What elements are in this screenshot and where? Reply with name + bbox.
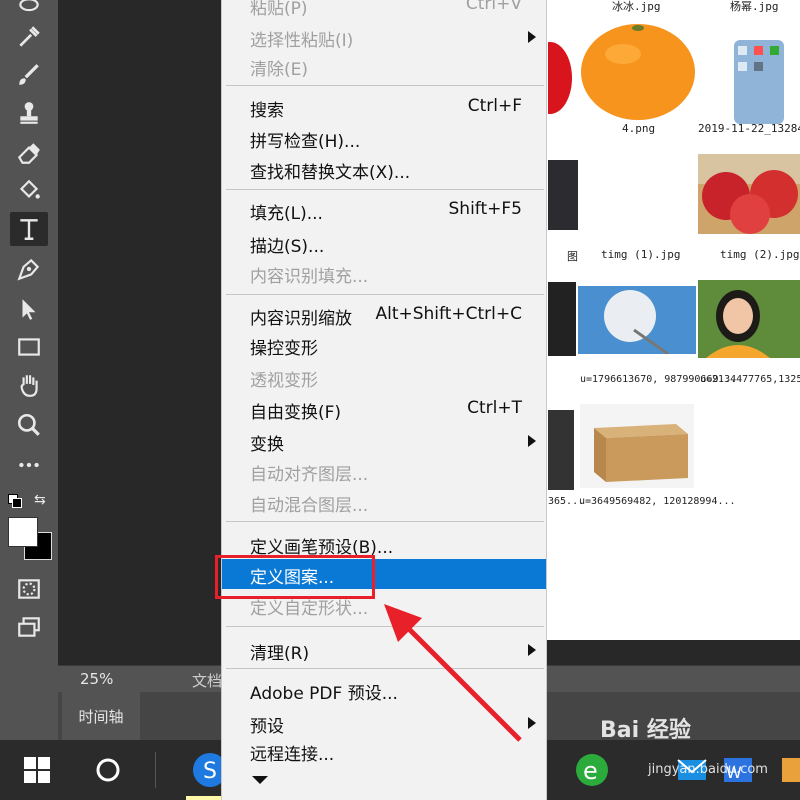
annotation-arrow [384, 604, 522, 742]
thumb-dark-partial-2 [548, 282, 576, 356]
file-caption: 2019-11-22_132842. [698, 122, 800, 135]
tools-panel: ⇆ [0, 0, 59, 740]
menu-item-clear[interactable]: 清除(E) [222, 51, 546, 81]
file-caption: 图 [567, 250, 578, 263]
file-caption: 4.png [622, 122, 656, 135]
thumb-dark-partial-3 [548, 410, 574, 490]
hand-tool-icon[interactable] [10, 368, 48, 402]
svg-text:e: e [583, 757, 598, 785]
file-caption: 杨幂.jpg [730, 0, 779, 13]
baidu-watermark-url: jingyan.baidu.com [648, 762, 768, 777]
menu-separator [226, 189, 544, 190]
menu-item-stroke[interactable]: 描边(S)... [222, 228, 546, 258]
ie-browser-icon[interactable]: e [570, 748, 614, 792]
menu-item-fill[interactable]: 填充(L)... Shift+F5 [222, 195, 546, 225]
eraser-icon[interactable] [10, 136, 48, 170]
file-caption: 冰冰.jpg [612, 0, 661, 13]
default-colors-icon[interactable] [8, 494, 22, 508]
doc-info-label[interactable]: 文档 [192, 670, 222, 691]
windows-start-icon[interactable] [15, 748, 59, 792]
menu-item-perspective-warp[interactable]: 透视变形 [222, 362, 546, 392]
screen-mode-icon[interactable] [10, 610, 48, 644]
submenu-arrow-icon [528, 435, 536, 447]
file-caption: timg (2).jpg [720, 248, 800, 261]
thumb-girl-portrait [698, 280, 800, 358]
menu-item-spell-check[interactable]: 拼写检查(H)... [222, 123, 546, 153]
menu-item-search[interactable]: 搜索 Ctrl+F [222, 92, 546, 122]
menu-item-paste[interactable]: 粘贴(P) Ctrl+V [222, 0, 546, 20]
file-caption: timg (1).jpg [601, 248, 681, 261]
quick-mask-icon[interactable] [10, 572, 48, 606]
app-icon-partial[interactable] [770, 748, 800, 792]
menu-item-content-aware-scale[interactable]: 内容识别缩放 Alt+Shift+Ctrl+C [222, 300, 546, 330]
menu-item-free-transform[interactable]: 自由变换(F) Ctrl+T [222, 394, 546, 424]
menu-item-puppet-warp[interactable]: 操控变形 [222, 330, 546, 360]
file-caption: u=3649569482, 120128994... [579, 496, 736, 507]
file-caption: u=2134477765,1325005000 [700, 374, 800, 385]
tab-timeline[interactable]: 时间轴 [62, 692, 140, 740]
menu-item-auto-align-layers[interactable]: 自动对齐图层... [222, 456, 546, 486]
swap-colors-icon[interactable]: ⇆ [34, 492, 46, 508]
thumb-dark-partial [548, 160, 578, 230]
menu-item-content-aware-fill[interactable]: 内容识别填充... [222, 258, 546, 288]
paint-bucket-icon[interactable] [10, 174, 48, 208]
brush-icon[interactable] [10, 58, 48, 92]
baidu-watermark: Bai 经验 [600, 718, 691, 743]
submenu-arrow-icon [528, 31, 536, 43]
more-tools-icon[interactable] [10, 448, 48, 482]
eyedropper-icon[interactable] [10, 20, 48, 54]
foreground-color-swatch[interactable] [8, 517, 38, 547]
thumb-orange [578, 14, 698, 120]
thumb-apples [698, 154, 800, 234]
thumb-cardboard-box [580, 404, 694, 488]
text-tool-icon[interactable] [10, 212, 48, 246]
thumb-dandelion [578, 286, 696, 354]
thumb-phone-screenshot [734, 40, 784, 124]
selection-arrow-icon[interactable] [10, 292, 48, 326]
menu-scroll-down-icon[interactable] [252, 776, 268, 784]
menu-separator [226, 521, 544, 522]
annotation-highlight-box [215, 555, 375, 599]
menu-item-auto-blend-layers[interactable]: 自动混合图层... [222, 487, 546, 517]
pen-tool-icon[interactable] [10, 252, 48, 286]
stamp-icon[interactable] [10, 96, 48, 130]
menu-item-transform[interactable]: 变换 [222, 426, 546, 456]
menu-item-find-replace[interactable]: 查找和替换文本(X)... [222, 154, 546, 184]
menu-item-paste-special[interactable]: 选择性粘贴(I) [222, 22, 546, 52]
svg-text:S: S [203, 759, 217, 784]
thumb-red-apple-partial [548, 28, 572, 118]
rectangle-tool-icon[interactable] [10, 330, 48, 364]
menu-separator [226, 294, 544, 295]
cortana-search-icon[interactable] [86, 748, 130, 792]
menu-separator [226, 85, 544, 86]
zoom-tool-icon[interactable] [10, 408, 48, 442]
zoom-level[interactable]: 25% [80, 670, 113, 688]
